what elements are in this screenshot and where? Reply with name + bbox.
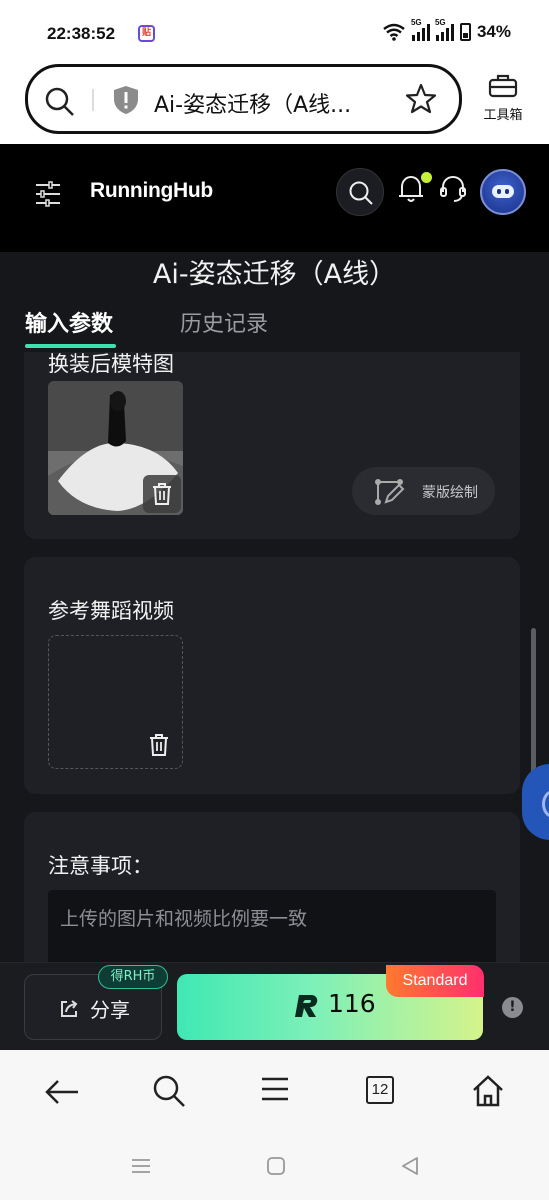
back-button[interactable] [44,1074,84,1114]
tab-input-params[interactable]: 输入参数 [25,306,117,348]
status-indicators: 5G 5G 34% [382,18,511,42]
action-bar: 分享 得RH币 116 Standard ! [0,962,549,1050]
toolbox-label: 工具箱 [483,108,523,123]
app-header: RunningHub [0,144,549,252]
toolbox-icon [488,74,518,98]
share-icon [61,1000,78,1017]
battery-percent: 34% [476,22,511,41]
delete-video-button[interactable] [140,726,178,764]
run-cost: 116 [328,989,376,1018]
system-back-icon[interactable] [400,1156,420,1176]
page-title: Ai-姿态迁移（A线） [152,259,397,290]
hamburger-menu-icon [262,1077,288,1101]
trash-icon [150,734,168,756]
tab-history[interactable]: 历史记录 [180,306,268,338]
signal-icon: 5G [411,18,430,41]
user-avatar[interactable] [480,169,526,215]
notes-card: 注意事项： 上传的图片和视频比例要一致 [24,812,520,962]
search-nav-button[interactable] [152,1074,192,1114]
back-arrow-icon [45,1080,78,1104]
browser-bottom-nav: 12 [0,1050,549,1136]
menu-button[interactable] [260,1074,300,1114]
search-icon [153,1075,185,1107]
search-icon [45,87,74,116]
notification-app-icon: 贴 [138,25,155,42]
status-bar: 22:38:52 贴 5G 5G 34% [0,0,549,60]
main-content: Ai-姿态迁移（A线） 换装后模特图 蒙版绘制 参考舞蹈视频 注意事项： 上传的… [0,252,549,962]
notification-dot [421,172,432,183]
earn-coins-badge: 得RH币 [98,965,168,989]
site-info-icon[interactable] [112,85,140,115]
support-headset-icon[interactable] [438,174,468,204]
system-nav-bar [0,1136,549,1200]
mask-edit-icon [375,479,405,505]
delete-image-button[interactable] [143,475,181,513]
wifi-icon [383,23,405,41]
tabs-button[interactable]: 12 [366,1074,406,1114]
signal-icon-2: 5G [435,18,454,41]
model-image-card: 换装后模特图 蒙版绘制 [24,330,520,539]
browser-toolbar: Ai-姿态迁移（A线... 工具箱 [0,60,549,144]
tab-count: 12 [366,1076,394,1104]
card-title: 注意事项： [48,854,153,878]
rh-coin-icon [295,995,318,1017]
system-home-icon[interactable] [266,1156,286,1176]
card-title: 参考舞蹈视频 [48,599,174,623]
trash-icon [153,483,171,505]
status-time: 22:38:52 [47,24,116,43]
app-logo[interactable]: RunningHub [90,179,213,203]
info-icon[interactable]: ! [502,997,523,1018]
home-icon [473,1075,503,1107]
battery-icon [459,23,471,41]
video-upload-area[interactable] [48,635,183,769]
recent-apps-icon[interactable] [131,1156,151,1176]
app-search-button[interactable] [336,168,384,216]
bookmark-star-icon[interactable] [404,82,438,116]
mask-draw-label: 蒙版绘制 [422,485,478,501]
home-button[interactable] [471,1074,511,1114]
card-title: 换装后模特图 [48,352,174,376]
share-label: 分享 [90,998,130,1022]
toolbox-button[interactable]: 工具箱 [478,74,528,123]
mask-draw-button[interactable]: 蒙版绘制 [352,467,495,515]
address-bar[interactable]: Ai-姿态迁移（A线... [25,64,462,134]
notes-text-field[interactable]: 上传的图片和视频比例要一致 [48,890,496,962]
robot-avatar-icon [492,185,514,198]
reference-video-card: 参考舞蹈视频 [24,557,520,794]
tab-bar: 输入参数 历史记录 [0,302,549,352]
search-icon [349,181,373,205]
model-image-thumbnail[interactable] [48,381,183,515]
floating-assistant-button[interactable] [522,764,549,840]
url-title: Ai-姿态迁移（A线... [154,93,352,118]
settings-sliders-icon[interactable] [34,180,62,208]
plan-badge: Standard [386,965,484,997]
divider [92,89,94,111]
